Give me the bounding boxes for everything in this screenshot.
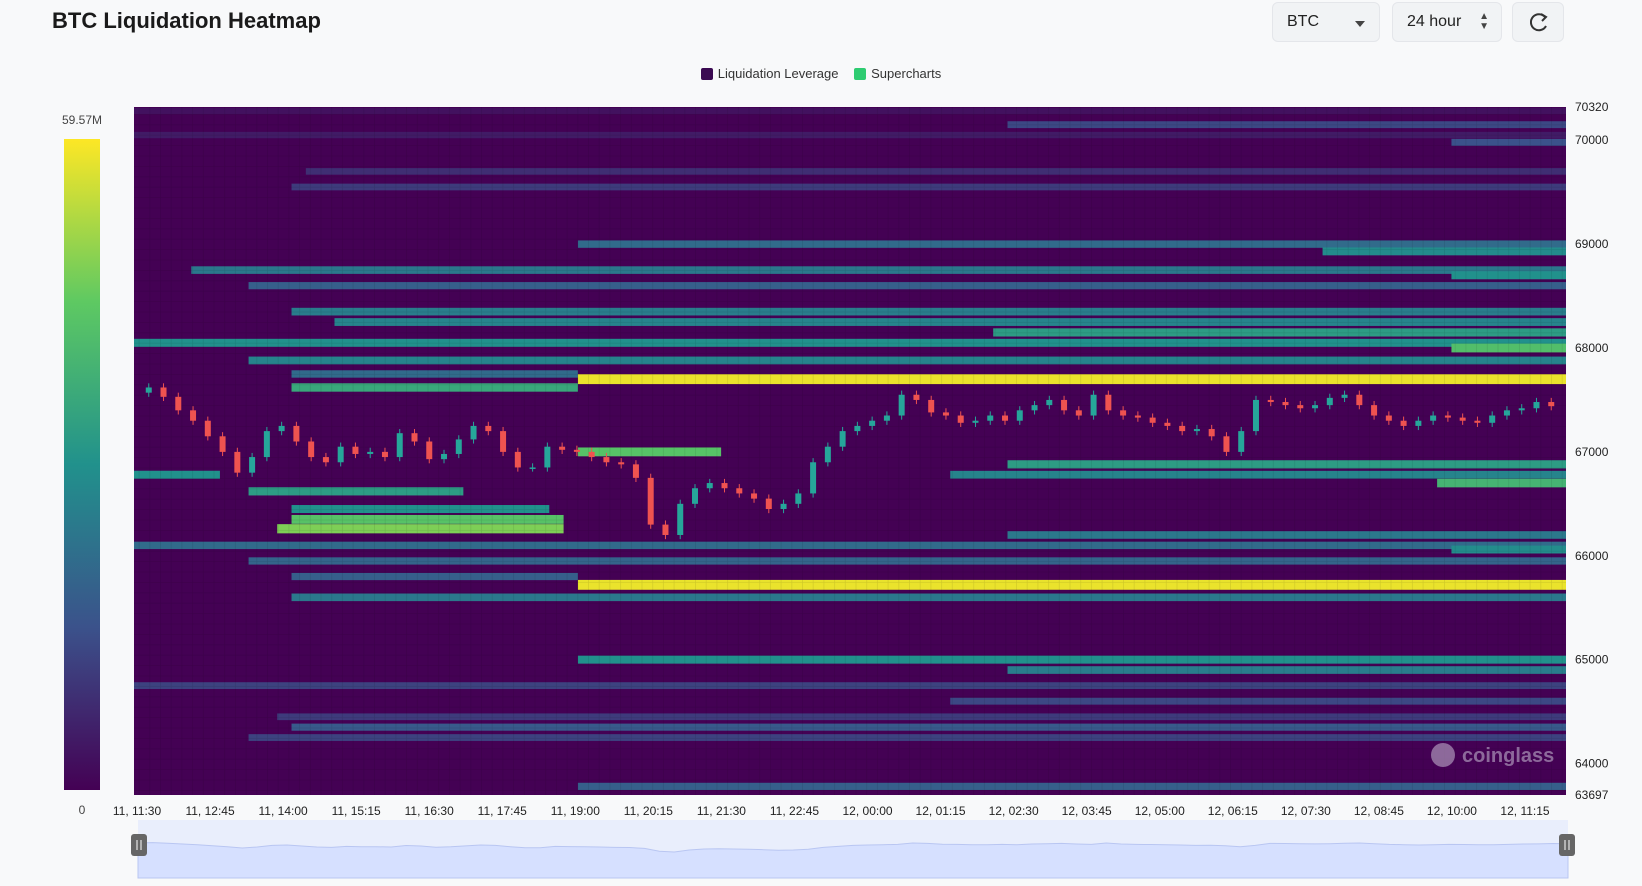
y-tick-label: 67000 (1575, 445, 1609, 459)
coinglass-watermark: coinglass (1431, 743, 1554, 767)
x-tick-label: 12, 11:15 (1500, 804, 1549, 818)
x-tick-label: 11, 15:15 (332, 804, 381, 818)
colorbar-max-label: 59.57M (62, 113, 102, 127)
x-tick-label: 12, 08:45 (1354, 804, 1404, 818)
x-tick-label: 12, 03:45 (1062, 804, 1112, 818)
x-tick-label: 12, 10:00 (1427, 804, 1477, 818)
candle (500, 426, 507, 457)
x-tick-label: 11, 20:15 (624, 804, 673, 818)
y-tick-label: 70000 (1575, 133, 1609, 147)
y-tick-label: 68000 (1575, 341, 1609, 355)
x-tick-label: 12, 01:15 (916, 804, 966, 818)
navigator-series (137, 842, 1569, 879)
x-tick-label: 12, 07:30 (1281, 804, 1331, 818)
plot-grid (134, 107, 1566, 795)
candle (647, 473, 654, 529)
y-tick-label: 64000 (1575, 757, 1609, 771)
candle (810, 458, 817, 498)
navigator-handle-right[interactable] (1559, 834, 1575, 856)
navigator-handle-left[interactable] (131, 834, 147, 856)
y-tick-label: 69000 (1575, 237, 1609, 251)
x-tick-label: 12, 05:00 (1135, 804, 1185, 818)
colorbar (64, 139, 100, 790)
candle (263, 426, 270, 462)
heatmap-chart: 59.57M 0 70320 70000 69000 68000 67000 66000 6… (62, 100, 1609, 879)
x-tick-label: 12, 06:15 (1208, 804, 1258, 818)
candle (898, 390, 905, 420)
y-tick-label: 66000 (1575, 549, 1609, 563)
x-tick-label: 11, 17:45 (478, 804, 527, 818)
candle (544, 442, 551, 472)
candle (234, 447, 241, 477)
x-tick-label: 12, 02:30 (989, 804, 1039, 818)
x-tick-label: 12, 00:00 (843, 804, 893, 818)
x-tick-label: 11, 22:45 (770, 804, 819, 818)
x-tick-label: 11, 11:30 (113, 804, 162, 818)
candle (396, 429, 403, 462)
y-tick-label: 63697 (1575, 788, 1609, 802)
colorbar-min-label: 0 (79, 803, 86, 817)
candle (1252, 395, 1259, 436)
x-tick-label: 11, 12:45 (185, 804, 234, 818)
x-tick-label: 11, 14:00 (259, 804, 308, 818)
y-tick-label: 70320 (1575, 100, 1609, 114)
x-tick-label: 11, 21:30 (697, 804, 746, 818)
svg-text:coinglass: coinglass (1462, 745, 1554, 767)
y-tick-label: 65000 (1575, 653, 1609, 667)
candle (677, 499, 684, 540)
candle (1238, 426, 1245, 457)
x-tick-label: 11, 19:00 (551, 804, 600, 818)
candle (1090, 390, 1097, 420)
x-tick-label: 11, 16:30 (405, 804, 454, 818)
